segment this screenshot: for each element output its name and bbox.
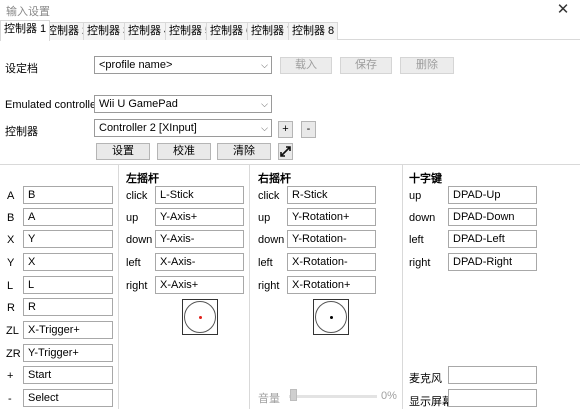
left-stick-up-label: up: [126, 212, 139, 224]
dpad-down-label: down: [409, 212, 436, 224]
right-stick-title: 右摇杆: [258, 173, 291, 185]
button-key-a: A: [7, 190, 15, 202]
chevron-down-icon: ⌵: [261, 123, 268, 133]
left-stick-click-label: click: [126, 190, 148, 202]
dpad-title: 十字键: [409, 173, 442, 185]
button-r-mapping[interactable]: R: [23, 298, 113, 316]
dpad-down-mapping[interactable]: DPAD-Down: [448, 208, 537, 226]
left-stick-down-label: down: [126, 234, 153, 246]
volume-slider-track[interactable]: [289, 395, 377, 398]
profile-value: <profile name>: [99, 59, 173, 71]
emulated-controller-value: Wii U GamePad: [99, 98, 178, 110]
dpad-up-mapping[interactable]: DPAD-Up: [448, 186, 537, 204]
button-key-r: R: [7, 302, 15, 314]
left-stick-left-mapping[interactable]: X-Axis-: [155, 253, 244, 271]
button-key-zr: ZR: [6, 348, 21, 360]
button-x-mapping[interactable]: Y: [23, 230, 113, 248]
left-stick-right-mapping[interactable]: X-Axis+: [155, 276, 244, 294]
microphone-mapping[interactable]: [448, 366, 537, 384]
title-bar: [0, 0, 580, 20]
remove-controller-button[interactable]: -: [301, 121, 316, 138]
right-stick-right-label: right: [258, 280, 280, 292]
right-stick-up-mapping[interactable]: Y-Rotation+: [287, 208, 376, 226]
controller-label: 控制器: [5, 126, 38, 138]
right-stick-left-label: left: [258, 257, 273, 269]
button-b-mapping[interactable]: A: [23, 208, 113, 226]
divider: [0, 164, 580, 165]
chevron-down-icon: ⌵: [261, 60, 268, 70]
left-stick-preview: [182, 299, 218, 335]
right-stick-click-label: click: [258, 190, 280, 202]
profile-select[interactable]: <profile name> ⌵: [94, 56, 272, 74]
button-l-mapping[interactable]: L: [23, 276, 113, 294]
divider: [249, 164, 250, 409]
add-controller-button[interactable]: +: [278, 121, 293, 138]
dpad-left-mapping[interactable]: DPAD-Left: [448, 230, 537, 248]
dpad-right-label: right: [409, 257, 431, 269]
dpad-right-mapping[interactable]: DPAD-Right: [448, 253, 537, 271]
close-icon[interactable]: ✕: [554, 0, 572, 20]
swap-arrows-icon[interactable]: [278, 143, 293, 160]
microphone-label: 麦克风: [409, 373, 442, 385]
controller-value: Controller 2 [XInput]: [99, 122, 197, 134]
save-button[interactable]: 保存: [340, 57, 392, 74]
dpad-left-label: left: [409, 234, 424, 246]
divider: [118, 164, 119, 409]
window-title: 输入设置: [6, 6, 50, 18]
button-key-y: Y: [7, 257, 15, 269]
tab-controller-8[interactable]: 控制器 8: [288, 22, 339, 40]
show-screen-label: 显示屏幕: [409, 396, 453, 408]
right-stick-preview: [313, 299, 349, 335]
button-plus-mapping[interactable]: Start: [23, 366, 113, 384]
button-zl-mapping[interactable]: X-Trigger+: [23, 321, 113, 339]
calibrate-button[interactable]: 校准: [157, 143, 211, 160]
clear-button[interactable]: 清除: [217, 143, 271, 160]
chevron-down-icon: ⌵: [261, 99, 268, 109]
delete-button[interactable]: 删除: [400, 57, 454, 74]
dpad-up-label: up: [409, 190, 422, 202]
right-stick-up-label: up: [258, 212, 271, 224]
load-button[interactable]: 载入: [280, 57, 332, 74]
left-stick-up-mapping[interactable]: Y-Axis+: [155, 208, 244, 226]
profile-label: 设定档: [5, 63, 38, 75]
button-key-zl: ZL: [6, 325, 19, 337]
divider: [402, 164, 403, 409]
left-stick-down-mapping[interactable]: Y-Axis-: [155, 230, 244, 248]
right-stick-left-mapping[interactable]: X-Rotation-: [287, 253, 376, 271]
controller-select[interactable]: Controller 2 [XInput] ⌵: [94, 119, 272, 137]
right-stick-position-dot: [330, 316, 333, 319]
button-y-mapping[interactable]: X: [23, 253, 113, 271]
left-stick-right-label: right: [126, 280, 148, 292]
button-zr-mapping[interactable]: Y-Trigger+: [23, 344, 113, 362]
button-key-minus: -: [8, 393, 12, 405]
button-key-b: B: [7, 212, 15, 224]
right-stick-right-mapping[interactable]: X-Rotation+: [287, 276, 376, 294]
button-key-l: L: [7, 280, 14, 292]
emulated-controller-label: Emulated controller: [5, 99, 100, 111]
volume-value: 0%: [381, 390, 397, 402]
emulated-controller-select[interactable]: Wii U GamePad ⌵: [94, 95, 272, 113]
left-stick-left-label: left: [126, 257, 141, 269]
button-a-mapping[interactable]: B: [23, 186, 113, 204]
left-stick-position-dot: [199, 316, 202, 319]
setup-button[interactable]: 设置: [96, 143, 150, 160]
button-minus-mapping[interactable]: Select: [23, 389, 113, 407]
left-stick-click-mapping[interactable]: L-Stick: [155, 186, 244, 204]
button-key-plus: +: [7, 370, 14, 382]
right-stick-click-mapping[interactable]: R-Stick: [287, 186, 376, 204]
tab-controller-1[interactable]: 控制器 1: [0, 20, 51, 41]
volume-slider-thumb[interactable]: [290, 389, 297, 401]
volume-label: 音量: [258, 393, 280, 405]
right-stick-down-mapping[interactable]: Y-Rotation-: [287, 230, 376, 248]
left-stick-title: 左摇杆: [126, 173, 159, 185]
button-key-x: X: [7, 234, 15, 246]
right-stick-down-label: down: [258, 234, 285, 246]
show-screen-mapping[interactable]: [448, 389, 537, 407]
